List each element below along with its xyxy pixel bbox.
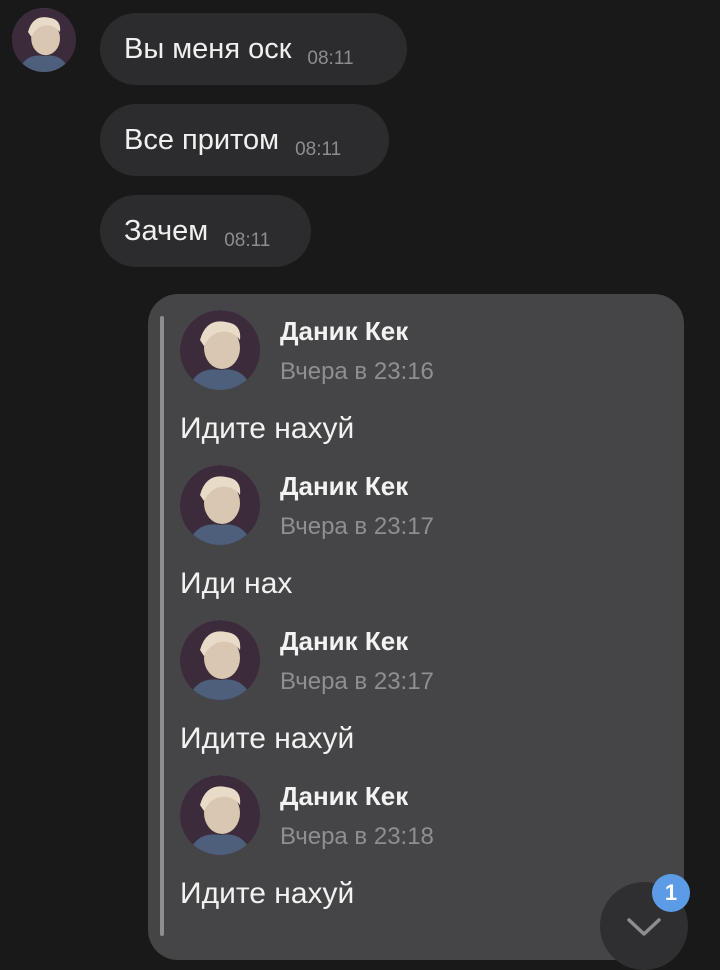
forwarded-message-text: Идите нахуй xyxy=(180,412,355,445)
forwarded-author-avatar[interactable] xyxy=(180,465,260,545)
forwarded-author-name[interactable]: Даник Кек xyxy=(280,626,408,657)
message-time: 08:11 xyxy=(307,48,354,69)
forwarded-author-avatar[interactable] xyxy=(180,620,260,700)
forwarded-author-avatar[interactable] xyxy=(180,310,260,390)
avatar-image xyxy=(180,620,260,700)
message-time: 08:11 xyxy=(224,230,271,251)
forwarded-message-text: Иди нах xyxy=(180,567,293,600)
chevron-down-icon xyxy=(627,918,661,936)
avatar-image xyxy=(12,8,76,72)
forwarded-message-date: Вчера в 23:17 xyxy=(280,668,434,695)
message-text: Зачем xyxy=(124,214,209,247)
forwarded-author-avatar[interactable] xyxy=(180,775,260,855)
message-bubble[interactable]: Все притом 08:11 xyxy=(100,104,389,176)
message-bubble[interactable]: Зачем 08:11 xyxy=(100,195,311,267)
forwarded-message-text: Идите нахуй xyxy=(180,722,355,755)
forwarded-messages-card[interactable]: Даник Кек Вчера в 23:16 Идите нахуй Дани… xyxy=(148,294,684,960)
forwarded-author-name[interactable]: Даник Кек xyxy=(280,471,408,502)
avatar-image xyxy=(180,465,260,545)
forwarded-author-name[interactable]: Даник Кек xyxy=(280,316,408,347)
avatar-image xyxy=(180,310,260,390)
message-text: Все притом xyxy=(124,123,280,156)
forwarded-message-text: Идите нахуй xyxy=(180,877,355,910)
avatar-image xyxy=(180,775,260,855)
message-time: 08:11 xyxy=(295,139,342,160)
message-text: Вы меня оск xyxy=(124,32,292,65)
forwarded-message-date: Вчера в 23:17 xyxy=(280,513,434,540)
forwarded-author-name[interactable]: Даник Кек xyxy=(280,781,408,812)
forward-quote-bar xyxy=(160,316,164,936)
forwarded-message-date: Вчера в 23:18 xyxy=(280,823,434,850)
forwarded-message-date: Вчера в 23:16 xyxy=(280,358,434,385)
sender-avatar[interactable] xyxy=(12,8,76,72)
unread-count-badge: 1 xyxy=(652,874,690,912)
message-bubble[interactable]: Вы меня оск 08:11 xyxy=(100,13,407,85)
